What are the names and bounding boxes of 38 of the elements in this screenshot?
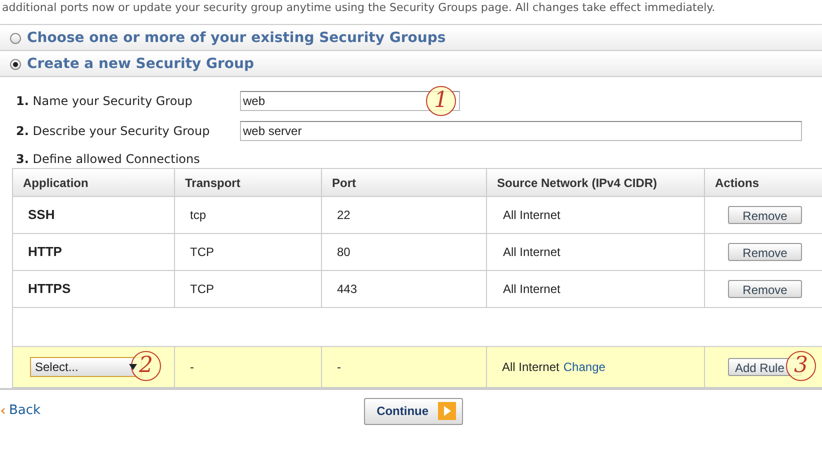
table-cell: All Internet bbox=[487, 234, 705, 270]
column-header: Application bbox=[13, 169, 175, 196]
section-label: 3. Define allowed Connections bbox=[16, 151, 201, 168]
intro-text: additional ports now or update your security group anytime using the Security Groups page. All changes take effect immediately. bbox=[1, 0, 716, 14]
table-cell: HTTP bbox=[13, 234, 175, 270]
table-cell: TCP bbox=[175, 234, 322, 270]
table-cell: 443 bbox=[322, 271, 487, 307]
remove-button[interactable]: Remove bbox=[728, 243, 802, 261]
table-cell: - bbox=[322, 347, 487, 387]
callout-marker: 1 bbox=[426, 86, 456, 116]
table-cell: All Internet bbox=[487, 197, 705, 233]
table-cell: SSH bbox=[13, 197, 175, 233]
table-cell: All Internet bbox=[487, 271, 705, 307]
change-link[interactable]: Change bbox=[563, 358, 606, 376]
back-chevron-icon bbox=[1, 408, 5, 414]
table-cell: TCP bbox=[175, 271, 322, 307]
radio-button[interactable] bbox=[10, 33, 21, 44]
remove-button[interactable]: Remove bbox=[728, 280, 802, 298]
column-header: Source Network (IPv4 CIDR) bbox=[487, 169, 705, 196]
column-header: Port bbox=[322, 169, 487, 196]
table-cell: HTTPS bbox=[13, 271, 175, 307]
dropdown-arrow-icon bbox=[129, 364, 137, 370]
radio-button[interactable] bbox=[10, 59, 21, 70]
field-label: 1. Name your Security Group bbox=[16, 93, 194, 110]
field-label: 2. Describe your Security Group bbox=[16, 123, 211, 140]
table-cell: - bbox=[175, 347, 322, 387]
table-cell: 80 bbox=[322, 234, 487, 270]
table-cell: 22 bbox=[322, 197, 487, 233]
callout-marker: 2 bbox=[131, 351, 161, 381]
column-header: Actions bbox=[705, 169, 822, 196]
text-field[interactable]: web server bbox=[240, 120, 802, 141]
continue-button[interactable]: Continue bbox=[364, 398, 463, 424]
table-cell-text: All Internet bbox=[502, 359, 560, 376]
table-cell: tcp bbox=[175, 197, 322, 233]
back-link[interactable]: Back bbox=[1, 401, 41, 421]
column-header: Transport bbox=[175, 169, 322, 196]
remove-button[interactable]: Remove bbox=[728, 206, 802, 224]
callout-marker: 3 bbox=[786, 350, 816, 380]
